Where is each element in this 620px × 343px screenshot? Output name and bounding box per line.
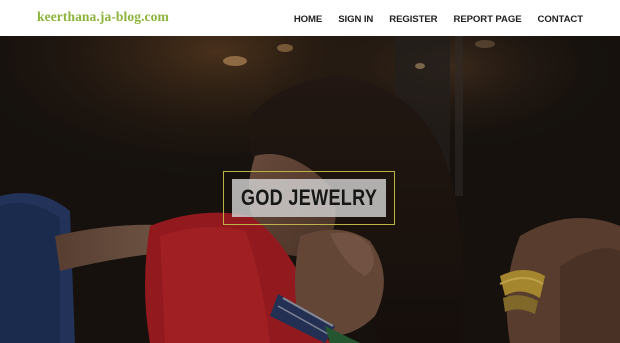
nav-report-page[interactable]: REPORT PAGE xyxy=(453,14,521,25)
site-logo-link[interactable]: keerthana.ja-blog.com xyxy=(37,9,169,25)
main-nav: HOME SIGN IN REGISTER REPORT PAGE CONTAC… xyxy=(294,14,583,25)
nav-home[interactable]: HOME xyxy=(294,14,322,25)
site-header: keerthana.ja-blog.com HOME SIGN IN REGIS… xyxy=(0,0,620,36)
hero-banner: GOD JEWELRY xyxy=(0,36,620,343)
nav-contact[interactable]: CONTACT xyxy=(538,14,584,25)
hero-title-frame: GOD JEWELRY xyxy=(223,171,395,225)
nav-register[interactable]: REGISTER xyxy=(389,14,437,25)
nav-sign-in[interactable]: SIGN IN xyxy=(338,14,373,25)
hero-title-box: GOD JEWELRY xyxy=(232,179,386,217)
hero-title: GOD JEWELRY xyxy=(240,185,378,210)
